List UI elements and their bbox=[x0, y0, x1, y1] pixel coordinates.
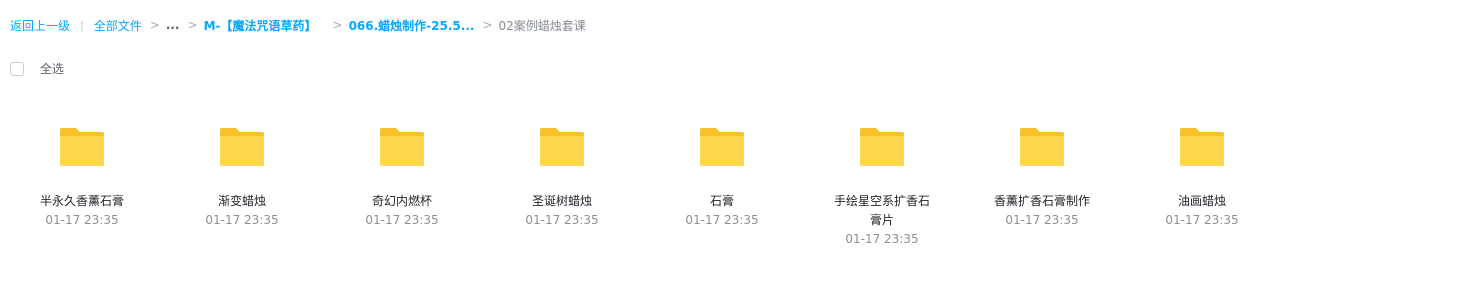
folder-item[interactable]: 香薰扩香石膏制作 01-17 23:35 bbox=[990, 126, 1094, 248]
folder-modified-time: 01-17 23:35 bbox=[365, 213, 439, 227]
folder-name: 石膏 bbox=[709, 194, 734, 208]
breadcrumb-folder-candle[interactable]: 066.蜡烛制作-25.5... bbox=[349, 17, 475, 34]
folder-modified-time: 01-17 23:35 bbox=[1165, 213, 1239, 227]
breadcrumb-divider: | bbox=[80, 18, 84, 32]
folder-item[interactable]: 半永久香薰石膏 01-17 23:35 bbox=[30, 126, 134, 248]
folder-name: 奇幻内燃杯 bbox=[371, 194, 432, 208]
breadcrumb-ellipsis[interactable]: ... bbox=[166, 18, 180, 32]
chevron-right-icon: > bbox=[332, 18, 343, 32]
folder-icon bbox=[380, 128, 424, 166]
back-link[interactable]: 返回上一级 bbox=[10, 17, 70, 34]
folder-item[interactable]: 圣诞树蜡烛 01-17 23:35 bbox=[510, 126, 614, 248]
folder-name: 手绘星空系扩香石膏片 bbox=[833, 194, 930, 227]
folder-item[interactable]: 渐变蜡烛 01-17 23:35 bbox=[190, 126, 294, 248]
folder-name: 油画蜡烛 bbox=[1177, 194, 1226, 208]
folder-item[interactable]: 石膏 01-17 23:35 bbox=[670, 126, 774, 248]
folder-icon bbox=[220, 128, 264, 166]
breadcrumb-folder-magic[interactable]: M-【魔法咒语草药】 bbox=[204, 17, 317, 34]
folder-modified-time: 01-17 23:35 bbox=[685, 213, 759, 227]
folder-modified-time: 01-17 23:35 bbox=[845, 232, 919, 246]
folder-item[interactable]: 手绘星空系扩香石膏片 01-17 23:35 bbox=[830, 126, 934, 248]
breadcrumb: 返回上一级 | 全部文件 > ... > M-【魔法咒语草药】 > 066.蜡烛… bbox=[10, 17, 586, 33]
folder-icon bbox=[1180, 128, 1224, 166]
folder-name: 圣诞树蜡烛 bbox=[531, 194, 592, 208]
folder-icon bbox=[1020, 128, 1064, 166]
folder-icon bbox=[60, 128, 104, 166]
folder-name: 半永久香薰石膏 bbox=[39, 194, 124, 208]
select-all-checkbox[interactable] bbox=[10, 61, 24, 76]
folder-modified-time: 01-17 23:35 bbox=[45, 213, 119, 227]
chevron-right-icon: > bbox=[187, 18, 198, 32]
folder-name: 香薰扩香石膏制作 bbox=[993, 194, 1090, 208]
folder-item[interactable]: 奇幻内燃杯 01-17 23:35 bbox=[350, 126, 454, 248]
folder-icon bbox=[700, 128, 744, 166]
breadcrumb-all-files[interactable]: 全部文件 bbox=[94, 17, 142, 34]
select-all-label: 全选 bbox=[40, 62, 65, 76]
folder-icon bbox=[860, 128, 904, 166]
folder-modified-time: 01-17 23:35 bbox=[525, 213, 599, 227]
folder-name: 渐变蜡烛 bbox=[217, 194, 266, 208]
chevron-right-icon: > bbox=[149, 18, 160, 32]
folder-modified-time: 01-17 23:35 bbox=[1005, 213, 1079, 227]
folder-item[interactable]: 油画蜡烛 01-17 23:35 bbox=[1150, 126, 1254, 248]
breadcrumb-current: 02案例蜡烛套课 bbox=[498, 18, 586, 33]
file-grid: 半永久香薰石膏 01-17 23:35 渐变蜡烛 01-17 23:35 奇幻内燃杯 01… bbox=[30, 126, 1310, 248]
select-all[interactable]: 全选 bbox=[10, 60, 64, 77]
chevron-right-icon: > bbox=[482, 18, 493, 32]
folder-icon bbox=[540, 128, 584, 166]
folder-modified-time: 01-17 23:35 bbox=[205, 213, 279, 227]
